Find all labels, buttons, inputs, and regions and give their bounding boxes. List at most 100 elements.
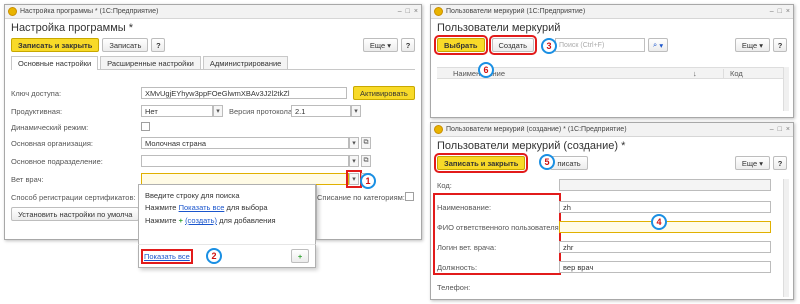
help-button-right[interactable]: ?	[401, 38, 415, 52]
hint-suffix: для выбора	[226, 203, 268, 212]
chevron-down-icon: ▾	[759, 40, 763, 50]
cert-method-label: Способ регистрации сертификатов:	[11, 192, 136, 202]
callout-1: 1	[360, 173, 376, 189]
more-menu-button[interactable]: Еще ▾	[362, 38, 398, 52]
callout-5: 5	[539, 154, 555, 170]
page-title: Пользователи меркурий (создание) *	[437, 140, 626, 152]
select-button[interactable]: Выбрать	[434, 35, 488, 55]
maximize-icon[interactable]: □	[778, 126, 782, 133]
create-button[interactable]: Создать	[488, 35, 537, 55]
show-all-inline-link[interactable]: Показать все	[179, 203, 225, 212]
code-label: Код:	[437, 180, 452, 190]
settings-toolbar: Записать и закрыть Записать ? Еще ▾ ?	[5, 34, 421, 56]
minimize-icon[interactable]: –	[770, 8, 774, 15]
login-label: Логин вет. врача:	[437, 242, 497, 252]
create-form: Код: Наименование: zh ФИО ответственного…	[433, 177, 783, 299]
more-menu-button[interactable]: Еще ▾	[734, 38, 770, 52]
minimize-icon[interactable]: –	[398, 8, 402, 15]
settings-tabs: Основные настройки Расширенные настройки…	[11, 56, 415, 70]
popup-footer: Показать все +	[138, 244, 316, 268]
create-form-scrollbar[interactable]	[783, 179, 789, 297]
more-label: Еще	[741, 40, 758, 50]
dropdown-icon[interactable]: ▾	[349, 155, 359, 167]
position-field[interactable]: вер врач	[559, 261, 771, 273]
product-label: Продуктивная:	[11, 106, 63, 116]
dynamic-mode-label: Динамический режим:	[11, 122, 89, 132]
open-icon[interactable]: ⧉	[361, 155, 371, 167]
save-close-button[interactable]: Записать и закрыть	[433, 153, 529, 173]
sort-arrow-icon[interactable]: ↓	[693, 69, 697, 78]
code-field	[559, 179, 771, 191]
window-title: Настройка программы * (1С:Предприятие)	[20, 8, 159, 15]
chevron-down-icon: ▾	[659, 40, 664, 50]
maximize-icon[interactable]: □	[406, 8, 410, 15]
department-field[interactable]	[141, 155, 349, 167]
save-button[interactable]: писать	[550, 156, 588, 170]
close-icon[interactable]: ×	[786, 8, 790, 15]
callout-4: 4	[651, 214, 667, 230]
add-button[interactable]: +	[291, 249, 309, 263]
chevron-down-icon: ▾	[759, 158, 763, 168]
department-label: Основное подразделение:	[11, 156, 103, 166]
default-settings-button[interactable]: Установить настройки по умолча	[11, 207, 140, 221]
save-close-button[interactable]: Записать и закрыть	[11, 38, 100, 52]
hint-prefix: Нажмите	[145, 216, 177, 225]
create-inline-link[interactable]: (создать)	[185, 216, 217, 225]
organization-field[interactable]: Молочная страна	[141, 137, 349, 149]
column-code[interactable]: Код	[723, 69, 743, 78]
more-menu-button[interactable]: Еще ▾	[734, 156, 770, 170]
page-title: Пользователи меркурий	[437, 22, 561, 34]
users-toolbar: Выбрать Создать Поиск (Ctrl+F) ⌕ ▾ Еще ▾…	[431, 34, 793, 56]
help-button[interactable]: ?	[151, 38, 166, 52]
page-title: Настройка программы *	[11, 22, 134, 34]
vet-dropdown-button[interactable]: ▾	[346, 170, 362, 188]
tab-advanced-settings[interactable]: Расширенные настройки	[100, 56, 201, 69]
more-label: Еще	[741, 158, 758, 168]
protocol-label: Версия протокола:	[229, 106, 295, 116]
users-grid-scrollbar[interactable]	[783, 67, 789, 111]
search-icon[interactable]: ⌕ ▾	[648, 38, 669, 52]
1c-logo-icon	[8, 7, 17, 16]
open-icon[interactable]: ⧉	[361, 137, 371, 149]
more-label: Еще	[369, 40, 386, 50]
close-icon[interactable]: ×	[786, 126, 790, 133]
dropdown-icon[interactable]: ▾	[349, 137, 359, 149]
tab-administration[interactable]: Администрирование	[202, 56, 289, 69]
tab-main-settings[interactable]: Основные настройки	[11, 56, 99, 70]
activate-button[interactable]: Активировать	[353, 86, 415, 100]
name-label: Наименование:	[437, 202, 492, 212]
phone-label: Телефон:	[437, 282, 471, 292]
create-toolbar: Записать и закрыть писать Еще ▾ ?	[431, 152, 793, 174]
popup-hint-line3: Нажмите + (создать) для добавления	[145, 216, 276, 225]
fio-label: ФИО ответственного пользователя:	[437, 222, 561, 232]
popup-hint-line2: Нажмите Показать все для выбора	[145, 203, 268, 212]
dropdown-icon[interactable]: ▾	[351, 105, 361, 117]
plus-icon: +	[178, 216, 183, 225]
help-button[interactable]: ?	[773, 156, 787, 170]
1c-logo-icon	[434, 7, 443, 16]
position-label: Должность:	[437, 262, 478, 272]
protocol-select[interactable]: 2.1	[291, 105, 351, 117]
writeoff-label: Списание по категориям:	[317, 192, 405, 202]
product-select[interactable]: Нет	[141, 105, 213, 117]
save-button[interactable]: Записать	[102, 38, 149, 52]
help-button[interactable]: ?	[773, 38, 787, 52]
maximize-icon[interactable]: □	[778, 8, 782, 15]
search-input[interactable]: Поиск (Ctrl+F)	[555, 38, 646, 52]
writeoff-checkbox[interactable]	[405, 192, 414, 201]
show-all-link[interactable]: Показать все	[141, 249, 193, 264]
1c-logo-icon	[434, 125, 443, 134]
login-field[interactable]: zhr	[559, 241, 771, 253]
organization-label: Основная организация:	[11, 138, 93, 148]
close-icon[interactable]: ×	[414, 8, 418, 15]
popup-hint-line1: Введите строку для поиска	[145, 191, 240, 200]
callout-3: 3	[541, 38, 557, 54]
minimize-icon[interactable]: –	[770, 126, 774, 133]
create-titlebar: Пользователи меркурий (создание) * (1С:П…	[431, 123, 793, 137]
callout-6: 6	[478, 62, 494, 78]
dynamic-mode-checkbox[interactable]	[141, 122, 150, 131]
dropdown-icon[interactable]: ▾	[213, 105, 223, 117]
callout-2: 2	[206, 248, 222, 264]
name-field[interactable]: zh	[559, 201, 771, 213]
access-key-field[interactable]: XMvUgjEYhyw3ppFOeGlwmXBAv3J2l2tkZl	[141, 87, 347, 99]
